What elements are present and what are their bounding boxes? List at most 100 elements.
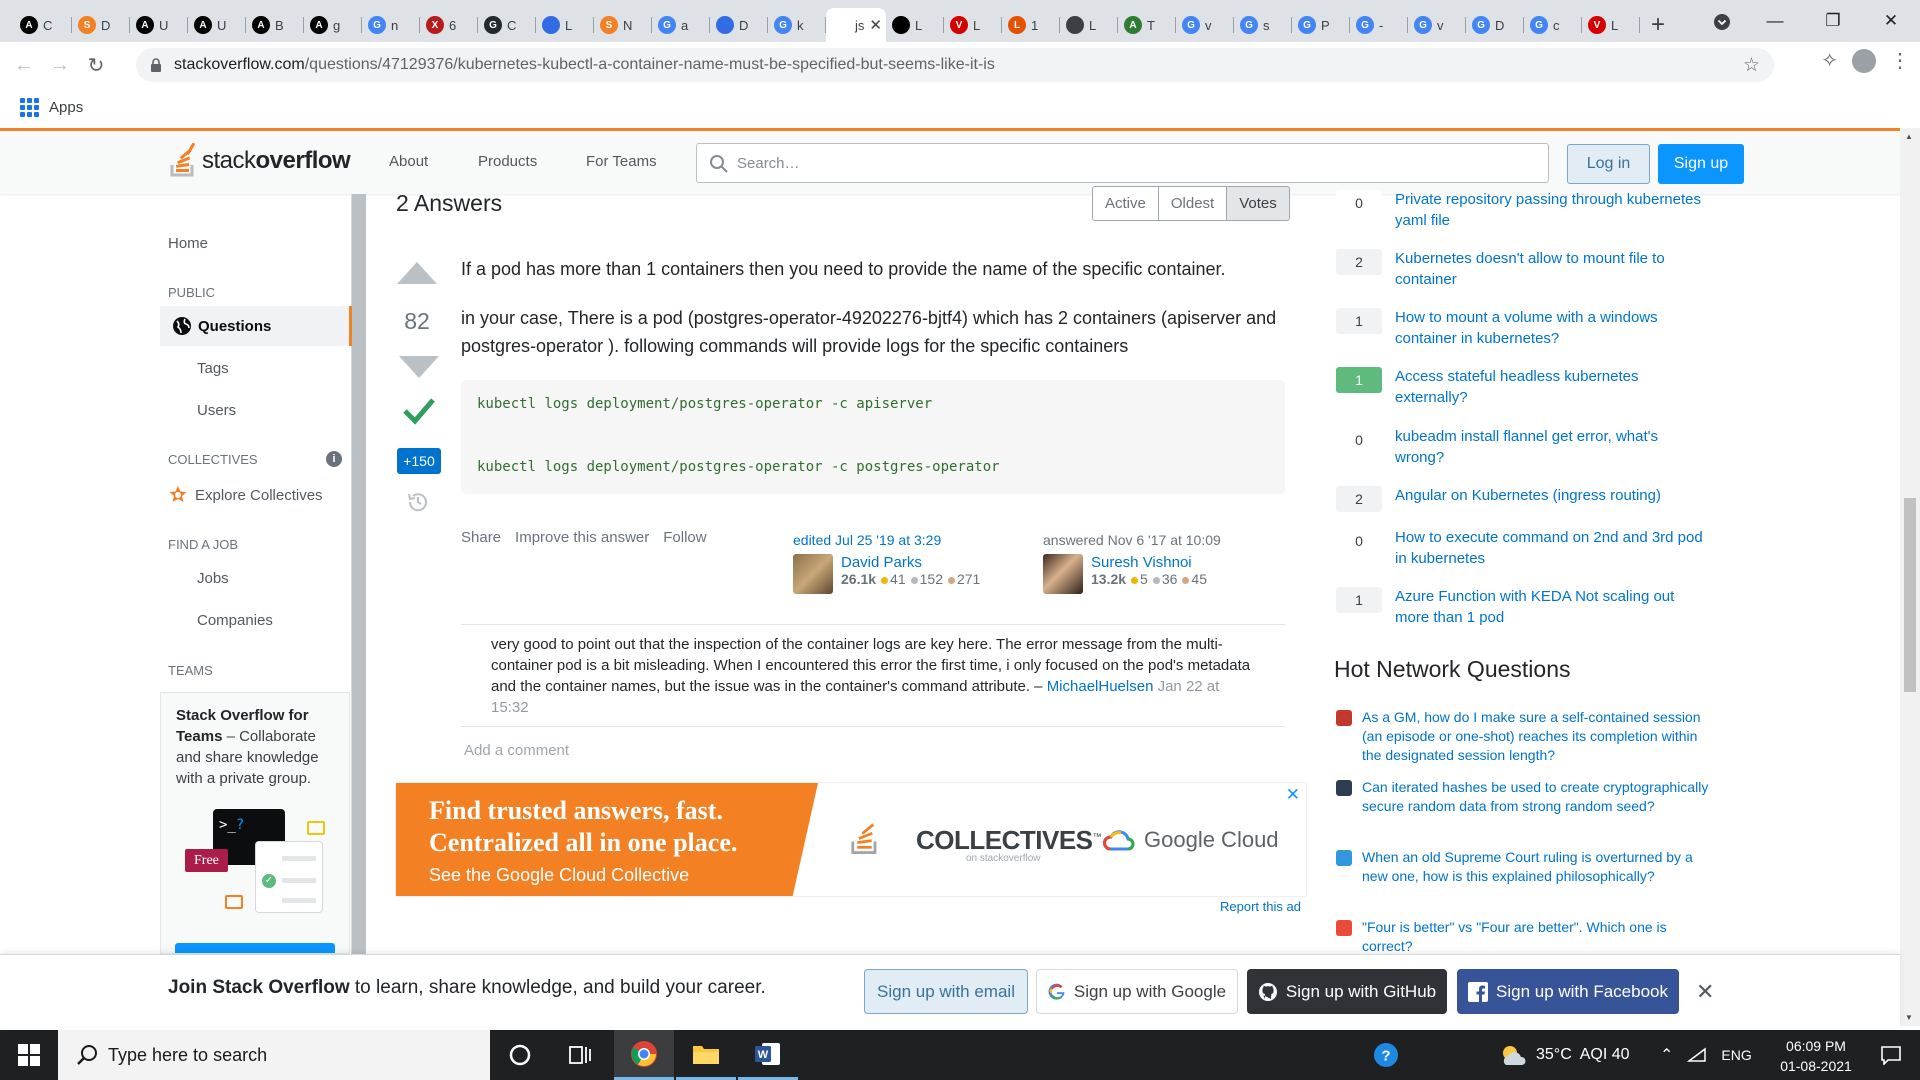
forward-icon[interactable]: → — [42, 47, 78, 83]
browser-tab[interactable]: AB — [246, 8, 304, 42]
tray-expand-icon[interactable]: ⌃ — [1660, 1045, 1673, 1065]
file-explorer-icon[interactable] — [676, 1030, 736, 1080]
ad-banner[interactable]: Find trusted answers, fast. Centralized … — [396, 783, 1306, 896]
sidebar-item-jobs[interactable]: Jobs — [197, 570, 229, 587]
teams-cta-button[interactable] — [175, 943, 335, 953]
reload-icon[interactable]: ↻ — [78, 47, 114, 83]
bookmark-star-icon[interactable]: ☆ — [1743, 54, 1760, 77]
sort-tab-active[interactable]: Active — [1093, 187, 1159, 220]
browser-tab[interactable]: L — [536, 8, 594, 42]
sidebar-item-questions[interactable]: Questions — [160, 306, 352, 346]
restore-icon[interactable]: ❐ — [1804, 0, 1862, 42]
tab-close-icon[interactable]: ✕ — [869, 16, 882, 34]
sidebar-item-home[interactable]: Home — [168, 235, 208, 252]
browser-tab[interactable]: AU — [130, 8, 188, 42]
new-tab-button[interactable]: + — [1640, 8, 1676, 42]
login-button[interactable]: Log in — [1567, 144, 1650, 184]
help-icon[interactable]: ? — [1356, 1030, 1416, 1080]
browser-tab[interactable]: Gk — [768, 8, 826, 42]
signup-google-button[interactable]: Sign up with Google — [1036, 969, 1238, 1014]
search-input[interactable]: Search… — [696, 143, 1549, 183]
weather-widget[interactable]: 35°C AQI 40 — [1500, 1030, 1630, 1080]
sidebar-item-users[interactable]: Users — [197, 402, 236, 419]
chrome-icon[interactable] — [614, 1030, 674, 1080]
browser-tab[interactable]: Ga — [652, 8, 710, 42]
related-question-link[interactable]: Angular on Kubernetes (ingress routing) — [1395, 485, 1705, 506]
browser-tab[interactable]: Gv — [1408, 8, 1466, 42]
browser-tab[interactable]: AU — [188, 8, 246, 42]
info-icon[interactable]: i — [326, 451, 342, 467]
input-language[interactable]: ENG — [1721, 1047, 1751, 1063]
improve-answer-link[interactable]: Improve this answer — [515, 529, 649, 546]
apps-grid-icon[interactable] — [20, 97, 39, 117]
author-name[interactable]: Suresh Vishnoi — [1091, 554, 1192, 571]
signup-facebook-button[interactable]: Sign up with Facebook — [1457, 969, 1679, 1014]
browser-tab[interactable]: SD — [72, 8, 130, 42]
browser-tab[interactable]: VL — [1582, 8, 1640, 42]
related-question-link[interactable]: How to execute command on 2nd and 3rd po… — [1395, 527, 1705, 569]
nav-products[interactable]: Products — [478, 153, 537, 170]
browser-tab[interactable]: L — [886, 8, 944, 42]
browser-tab[interactable]: Gn — [362, 8, 420, 42]
comment-user[interactable]: MichaelHuelsen — [1047, 678, 1154, 695]
upvote-arrow-icon[interactable] — [395, 260, 439, 286]
signup-email-button[interactable]: Sign up with email — [864, 969, 1028, 1014]
related-question-link[interactable]: Access stateful headless kubernetes exte… — [1395, 366, 1705, 408]
task-view-icon[interactable] — [550, 1030, 610, 1080]
browser-tab[interactable]: X6 — [420, 8, 478, 42]
nav-about[interactable]: About — [389, 153, 428, 170]
browser-tab[interactable]: G- — [1350, 8, 1408, 42]
word-icon[interactable]: W — [738, 1030, 798, 1080]
page-scrollbar[interactable]: ▲ ▼ — [1900, 128, 1920, 1026]
editor-name[interactable]: David Parks — [841, 554, 922, 571]
windows-start-icon[interactable] — [0, 1030, 58, 1080]
cortana-icon[interactable] — [490, 1030, 550, 1080]
browser-tab[interactable]: L1 — [1002, 8, 1060, 42]
browser-tab[interactable]: Ag — [304, 8, 362, 42]
browser-tab[interactable]: GD — [1466, 8, 1524, 42]
stackoverflow-logo[interactable]: stack overflow — [168, 143, 351, 179]
sidebar-item-explore-collectives[interactable]: Explore Collectives — [168, 485, 323, 505]
related-question-link[interactable]: Private repository passing through kuber… — [1395, 189, 1705, 231]
avatar[interactable] — [1043, 554, 1083, 594]
browser-tab[interactable]: Gc — [1524, 8, 1582, 42]
signup-github-button[interactable]: Sign up with GitHub — [1247, 969, 1447, 1014]
sort-tab-oldest[interactable]: Oldest — [1158, 187, 1228, 220]
address-bar[interactable]: stackoverflow.com/questions/47129376/kub… — [136, 48, 1774, 82]
minimize-icon[interactable]: — — [1746, 0, 1804, 42]
browser-tab[interactable]: GC — [478, 8, 536, 42]
taskbar-search-input[interactable]: Type here to search — [58, 1030, 490, 1080]
profile-avatar-icon[interactable] — [1852, 48, 1876, 73]
tab-search-icon[interactable] — [1708, 8, 1736, 36]
browser-tab[interactable]: GP — [1292, 8, 1350, 42]
sort-tab-votes[interactable]: Votes — [1227, 187, 1289, 220]
sidebar-item-tags[interactable]: Tags — [197, 360, 229, 377]
edited-timestamp[interactable]: edited Jul 25 '19 at 3:29 — [793, 532, 980, 548]
sidebar-item-companies[interactable]: Companies — [197, 612, 273, 629]
nav-for-teams[interactable]: For Teams — [586, 153, 657, 170]
browser-tab[interactable]: AT — [1118, 8, 1176, 42]
hot-network-question-link[interactable]: When an old Supreme Court ruling is over… — [1362, 848, 1712, 886]
ad-close-icon[interactable]: ✕ — [1286, 785, 1300, 805]
browser-tab[interactable]: SN — [594, 8, 652, 42]
taskbar-clock[interactable]: 06:09 PM 01-08-2021 — [1768, 1036, 1864, 1076]
signup-button[interactable]: Sign up — [1658, 144, 1744, 184]
browser-menu-icon[interactable]: ⋮ — [1890, 48, 1910, 73]
avatar[interactable] — [793, 554, 833, 594]
wifi-icon[interactable] — [1687, 1047, 1707, 1063]
browser-tab[interactable]: VL — [944, 8, 1002, 42]
share-link[interactable]: Share — [461, 529, 501, 546]
follow-link[interactable]: Follow — [663, 529, 706, 546]
browser-tab-active[interactable]: js ✕ — [826, 8, 886, 42]
answered-timestamp[interactable]: answered Nov 6 '17 at 10:09 — [1043, 532, 1221, 548]
join-banner-close-icon[interactable]: ✕ — [1696, 979, 1714, 1005]
browser-tab[interactable]: Gs — [1234, 8, 1292, 42]
report-ad-link[interactable]: Report this ad — [1220, 899, 1301, 914]
browser-tab[interactable]: L — [1060, 8, 1118, 42]
extensions-puzzle-icon[interactable]: ✧ — [1821, 48, 1838, 73]
hot-network-question-link[interactable]: "Four is better" vs "Four are better". W… — [1362, 918, 1712, 956]
notifications-icon[interactable] — [1862, 1030, 1920, 1080]
hot-network-question-link[interactable]: Can iterated hashes be used to create cr… — [1362, 778, 1712, 816]
bounty-badge[interactable]: +150 — [397, 448, 441, 474]
bookmark-apps[interactable]: Apps — [49, 99, 83, 116]
